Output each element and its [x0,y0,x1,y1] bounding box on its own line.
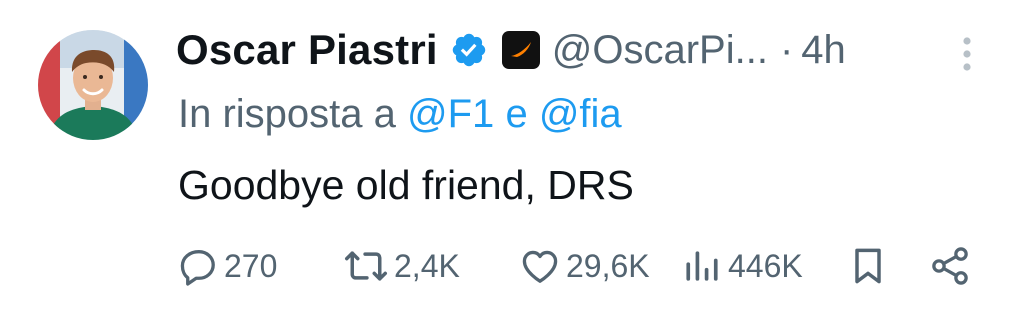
reply-icon [180,250,215,286]
repost-count: 2,4K [394,247,460,284]
avatar-image [38,30,148,140]
author-handle[interactable]: @OscarPi... [552,28,768,73]
author-name[interactable]: Oscar Piastri [176,26,438,74]
reply-conjunction: e [505,92,528,136]
tweet-header: Oscar Piastri @OscarPi... · 4h [176,22,846,78]
share-button[interactable] [928,240,972,292]
tweet-timestamp[interactable]: 4h [801,28,846,73]
reply-prefix: In risposta a [178,92,396,136]
views-icon [686,251,718,281]
share-icon [932,247,968,285]
bookmark-button[interactable] [846,240,890,292]
like-button[interactable]: 29,6K [518,240,650,292]
tweet-card[interactable]: Oscar Piastri @OscarPi... · 4h In rispos… [0,0,1024,314]
action-bar: 270 2,4K 29,6K 446K [176,240,976,292]
like-count: 29,6K [566,247,650,284]
more-vertical-icon[interactable] [954,34,980,74]
mclaren-affiliation-icon[interactable] [501,31,540,69]
mention-f1[interactable]: @F1 [407,92,494,136]
separator-dot: · [779,27,794,72]
views-count: 446K [728,247,803,284]
tweet-text: Goodbye old friend, DRS [178,162,634,208]
avatar[interactable] [38,30,148,140]
reply-count: 270 [224,247,278,284]
repost-icon [345,251,387,281]
heart-icon [522,250,558,283]
bookmark-icon [855,248,881,284]
reply-context: In risposta a @F1 e @fia [178,92,622,137]
views-button[interactable]: 446K [680,240,803,292]
mention-fia[interactable]: @fia [539,92,622,136]
repost-button[interactable]: 2,4K [342,240,460,292]
verified-badge-icon[interactable] [450,31,488,69]
reply-button[interactable]: 270 [176,240,277,292]
